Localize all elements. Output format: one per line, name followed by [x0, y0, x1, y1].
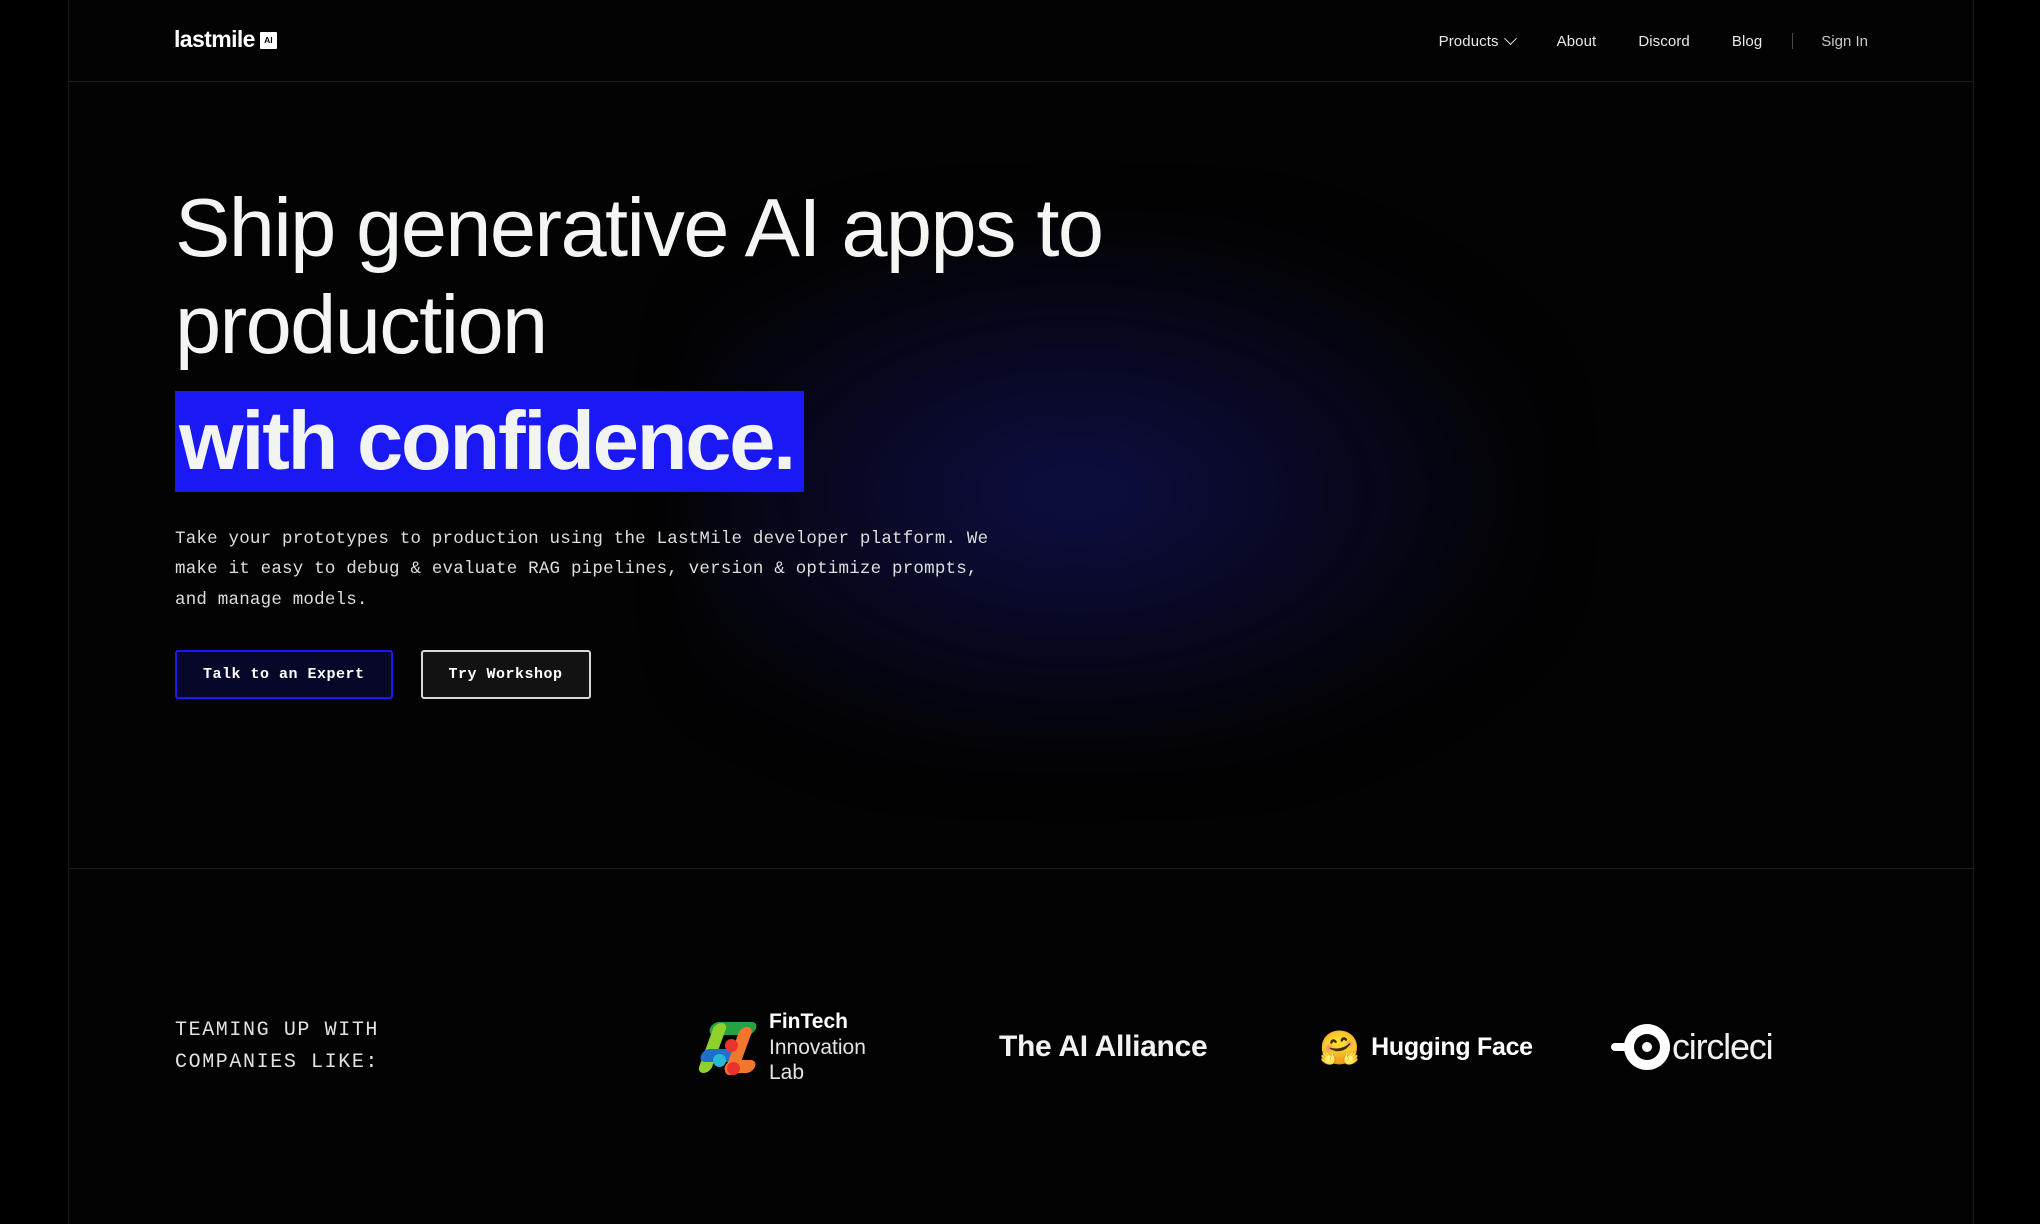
try-workshop-button[interactable]: Try Workshop [420, 649, 591, 699]
hugging-face-wordmark: Hugging Face [1371, 1032, 1533, 1061]
hero-content: Ship generative AI apps to production wi… [175, 180, 1575, 699]
headline-line-2: production [175, 277, 548, 371]
brand-logo-text: lastmile [174, 26, 255, 52]
fintech-line-3: Lab [769, 1061, 805, 1085]
partners-label: TEAMING UP WITH COMPANIES LIKE: [175, 1015, 645, 1080]
chevron-down-icon [1503, 31, 1517, 45]
main-navigation: Products About Discord Blog Sign In [1439, 0, 1868, 82]
headline-highlight: with confidence. [175, 391, 805, 493]
fintech-innovation-lab-wordmark: FinTech Innovation Lab [769, 1009, 866, 1086]
hero-button-row: Talk to an Expert Try Workshop [175, 649, 1575, 699]
talk-to-an-expert-button[interactable]: Talk to an Expert [175, 649, 393, 699]
page-title: Ship generative AI apps to production wi… [175, 180, 1575, 493]
partners-label-line-1: TEAMING UP WITH [175, 1019, 380, 1043]
fintech-innovation-lab-icon [696, 1019, 759, 1076]
brand-logo-ai-badge: AI [259, 32, 277, 49]
page-root: lastmile AI Products About Discord Blog … [0, 0, 2040, 1224]
partners-content: TEAMING UP WITH COMPANIES LIKE: FinTech … [175, 1009, 1975, 1086]
partners-section: TEAMING UP WITH COMPANIES LIKE: FinTech … [69, 868, 1973, 1224]
nav-item-discord[interactable]: Discord [1638, 27, 1690, 56]
nav-item-about[interactable]: About [1557, 27, 1597, 56]
nav-divider [1792, 33, 1794, 49]
nav-item-products-label: Products [1438, 32, 1499, 50]
hugging-face-icon: 🤗 [1319, 1028, 1361, 1066]
brand-logo[interactable]: lastmile AI [174, 28, 277, 51]
partner-logo-hugging-face[interactable]: 🤗 Hugging Face [1319, 1031, 1619, 1064]
nav-item-blog[interactable]: Blog [1732, 27, 1762, 56]
partner-logo-circleci[interactable]: circleci [1611, 1024, 1879, 1071]
sign-in-link[interactable]: Sign In [1821, 33, 1868, 50]
hero-subtext: Take your prototypes to production using… [175, 529, 989, 610]
circleci-icon [1611, 1024, 1670, 1071]
nav-item-products[interactable]: Products [1438, 27, 1517, 56]
partner-logo-list: FinTech Innovation Lab The AI Alliance 🤗… [645, 1009, 1975, 1086]
partner-logo-fintech-innovation-lab[interactable]: FinTech Innovation Lab [696, 1009, 999, 1086]
partners-label-line-2: COMPANIES LIKE: [175, 1051, 380, 1075]
headline-line-1: Ship generative AI apps to [175, 181, 1104, 274]
hero-section: Ship generative AI apps to production wi… [69, 82, 1973, 868]
site-header: lastmile AI Products About Discord Blog … [69, 0, 1973, 82]
circleci-wordmark: circleci [1672, 1026, 1774, 1068]
the-ai-alliance-wordmark: The AI Alliance [999, 1030, 1208, 1064]
fintech-line-2: Innovation [769, 1035, 866, 1059]
partner-logo-the-ai-alliance[interactable]: The AI Alliance [999, 1030, 1319, 1064]
fintech-line-1: FinTech [769, 1010, 848, 1033]
